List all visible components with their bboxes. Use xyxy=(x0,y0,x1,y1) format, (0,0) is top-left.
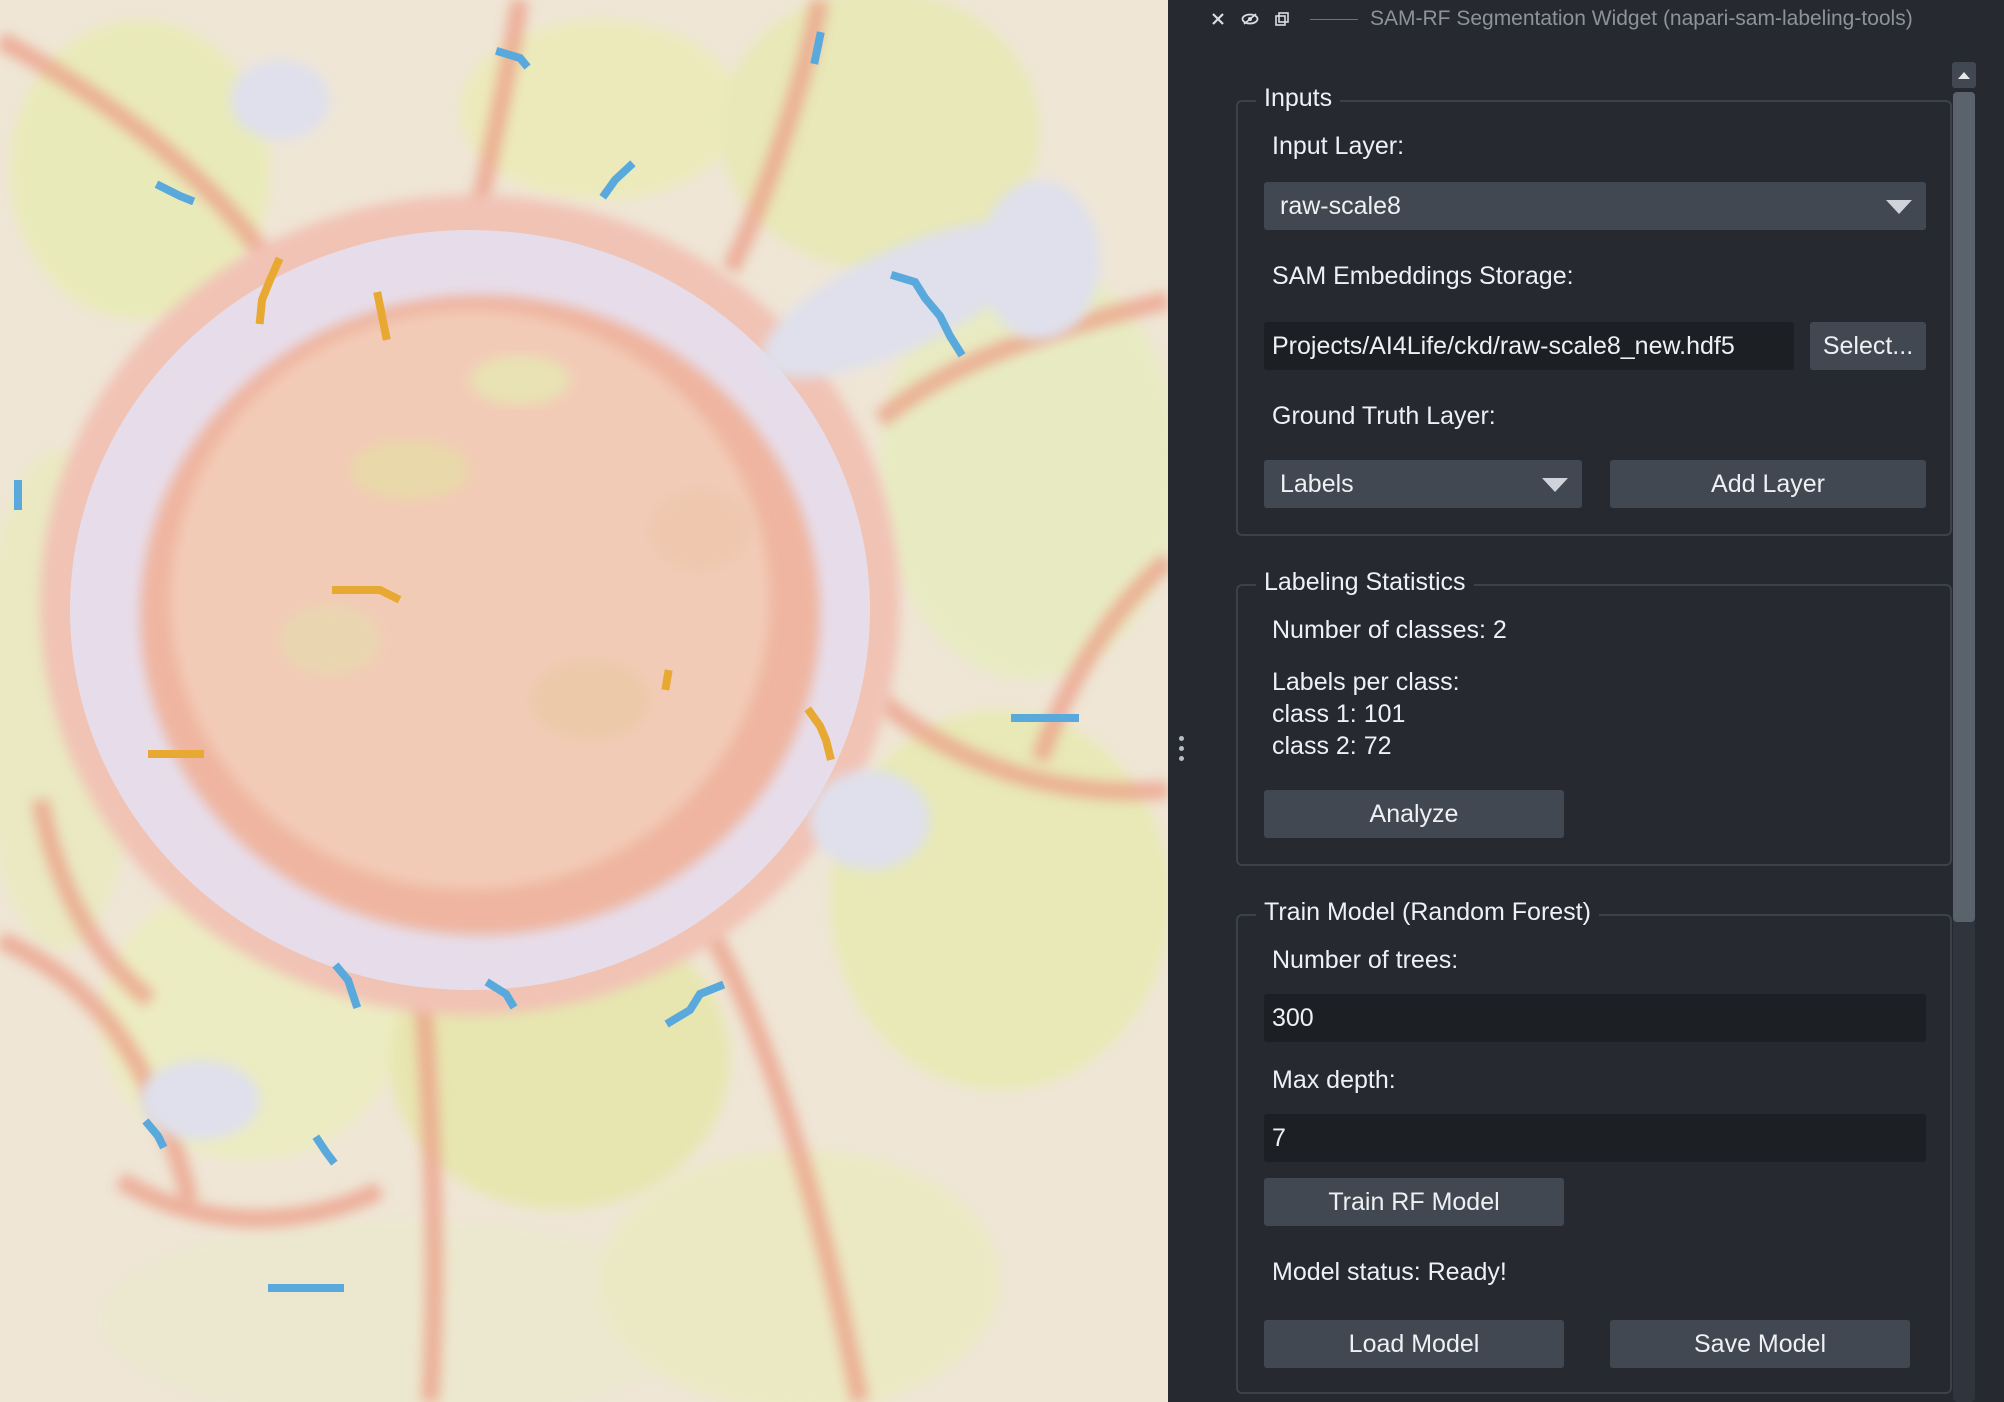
labels-per-class-label: Labels per class: xyxy=(1272,668,1460,696)
inputs-group-title: Inputs xyxy=(1256,84,1341,113)
glomerulus xyxy=(40,195,900,1015)
dock-title: SAM-RF Segmentation Widget (napari-sam-l… xyxy=(1370,7,1913,30)
ground-truth-label: Ground Truth Layer: xyxy=(1272,402,1496,430)
storage-path-field[interactable]: Projects/AI4Life/ckd/raw-scale8_new.hdf5 xyxy=(1264,322,1794,370)
scroll-up-button[interactable] xyxy=(1952,62,1976,88)
scroll-track[interactable] xyxy=(1953,92,1975,1402)
inputs-group: Inputs Input Layer: raw-scale8 SAM Embed… xyxy=(1236,84,1952,536)
select-storage-button[interactable]: Select... xyxy=(1810,322,1926,370)
ground-truth-value: Labels xyxy=(1280,469,1354,498)
stats-group-title: Labeling Statistics xyxy=(1256,568,1474,597)
trees-input[interactable]: 300 xyxy=(1264,994,1926,1042)
load-model-button[interactable]: Load Model xyxy=(1264,1320,1564,1368)
image-layer xyxy=(0,0,1168,1402)
close-icon[interactable] xyxy=(1204,5,1232,33)
max-depth-input[interactable]: 7 xyxy=(1264,1114,1926,1162)
add-layer-button[interactable]: Add Layer xyxy=(1610,460,1926,508)
train-group-title: Train Model (Random Forest) xyxy=(1256,898,1599,927)
model-status: Model status: Ready! xyxy=(1272,1258,1507,1286)
save-model-button[interactable]: Save Model xyxy=(1610,1320,1910,1368)
scroll-thumb[interactable] xyxy=(1953,92,1975,922)
input-layer-label: Input Layer: xyxy=(1272,132,1405,160)
detach-icon[interactable] xyxy=(1268,5,1296,33)
class2-count: class 2: 72 xyxy=(1272,732,1392,760)
vertical-scrollbar[interactable] xyxy=(1950,62,1978,1402)
eye-icon[interactable] xyxy=(1236,5,1264,33)
dock-widget: SAM-RF Segmentation Widget (napari-sam-l… xyxy=(1196,0,2004,1402)
chevron-down-icon xyxy=(1886,200,1912,214)
dock-splitter[interactable] xyxy=(1168,0,1196,1402)
class1-count: class 1: 101 xyxy=(1272,700,1406,728)
chevron-down-icon xyxy=(1542,478,1568,492)
image-canvas[interactable] xyxy=(0,0,1168,1402)
labeling-statistics-group: Labeling Statistics Number of classes: 2… xyxy=(1236,568,1952,866)
arrow-up-icon xyxy=(1958,72,1970,79)
train-model-group: Train Model (Random Forest) Number of tr… xyxy=(1236,898,1952,1394)
input-layer-dropdown[interactable]: raw-scale8 xyxy=(1264,182,1926,230)
trees-label: Number of trees: xyxy=(1272,946,1459,974)
storage-label: SAM Embeddings Storage: xyxy=(1272,262,1574,290)
train-rf-model-button[interactable]: Train RF Model xyxy=(1264,1178,1564,1226)
number-of-classes: Number of classes: 2 xyxy=(1272,616,1507,644)
napari-window: SAM-RF Segmentation Widget (napari-sam-l… xyxy=(0,0,2004,1402)
ground-truth-dropdown[interactable]: Labels xyxy=(1264,460,1582,508)
input-layer-value: raw-scale8 xyxy=(1280,191,1401,220)
titlebar-separator xyxy=(1310,18,1358,20)
analyze-button[interactable]: Analyze xyxy=(1264,790,1564,838)
max-depth-label: Max depth: xyxy=(1272,1066,1396,1094)
dock-titlebar: SAM-RF Segmentation Widget (napari-sam-l… xyxy=(1204,0,1994,38)
splitter-handle-icon xyxy=(1179,736,1185,766)
